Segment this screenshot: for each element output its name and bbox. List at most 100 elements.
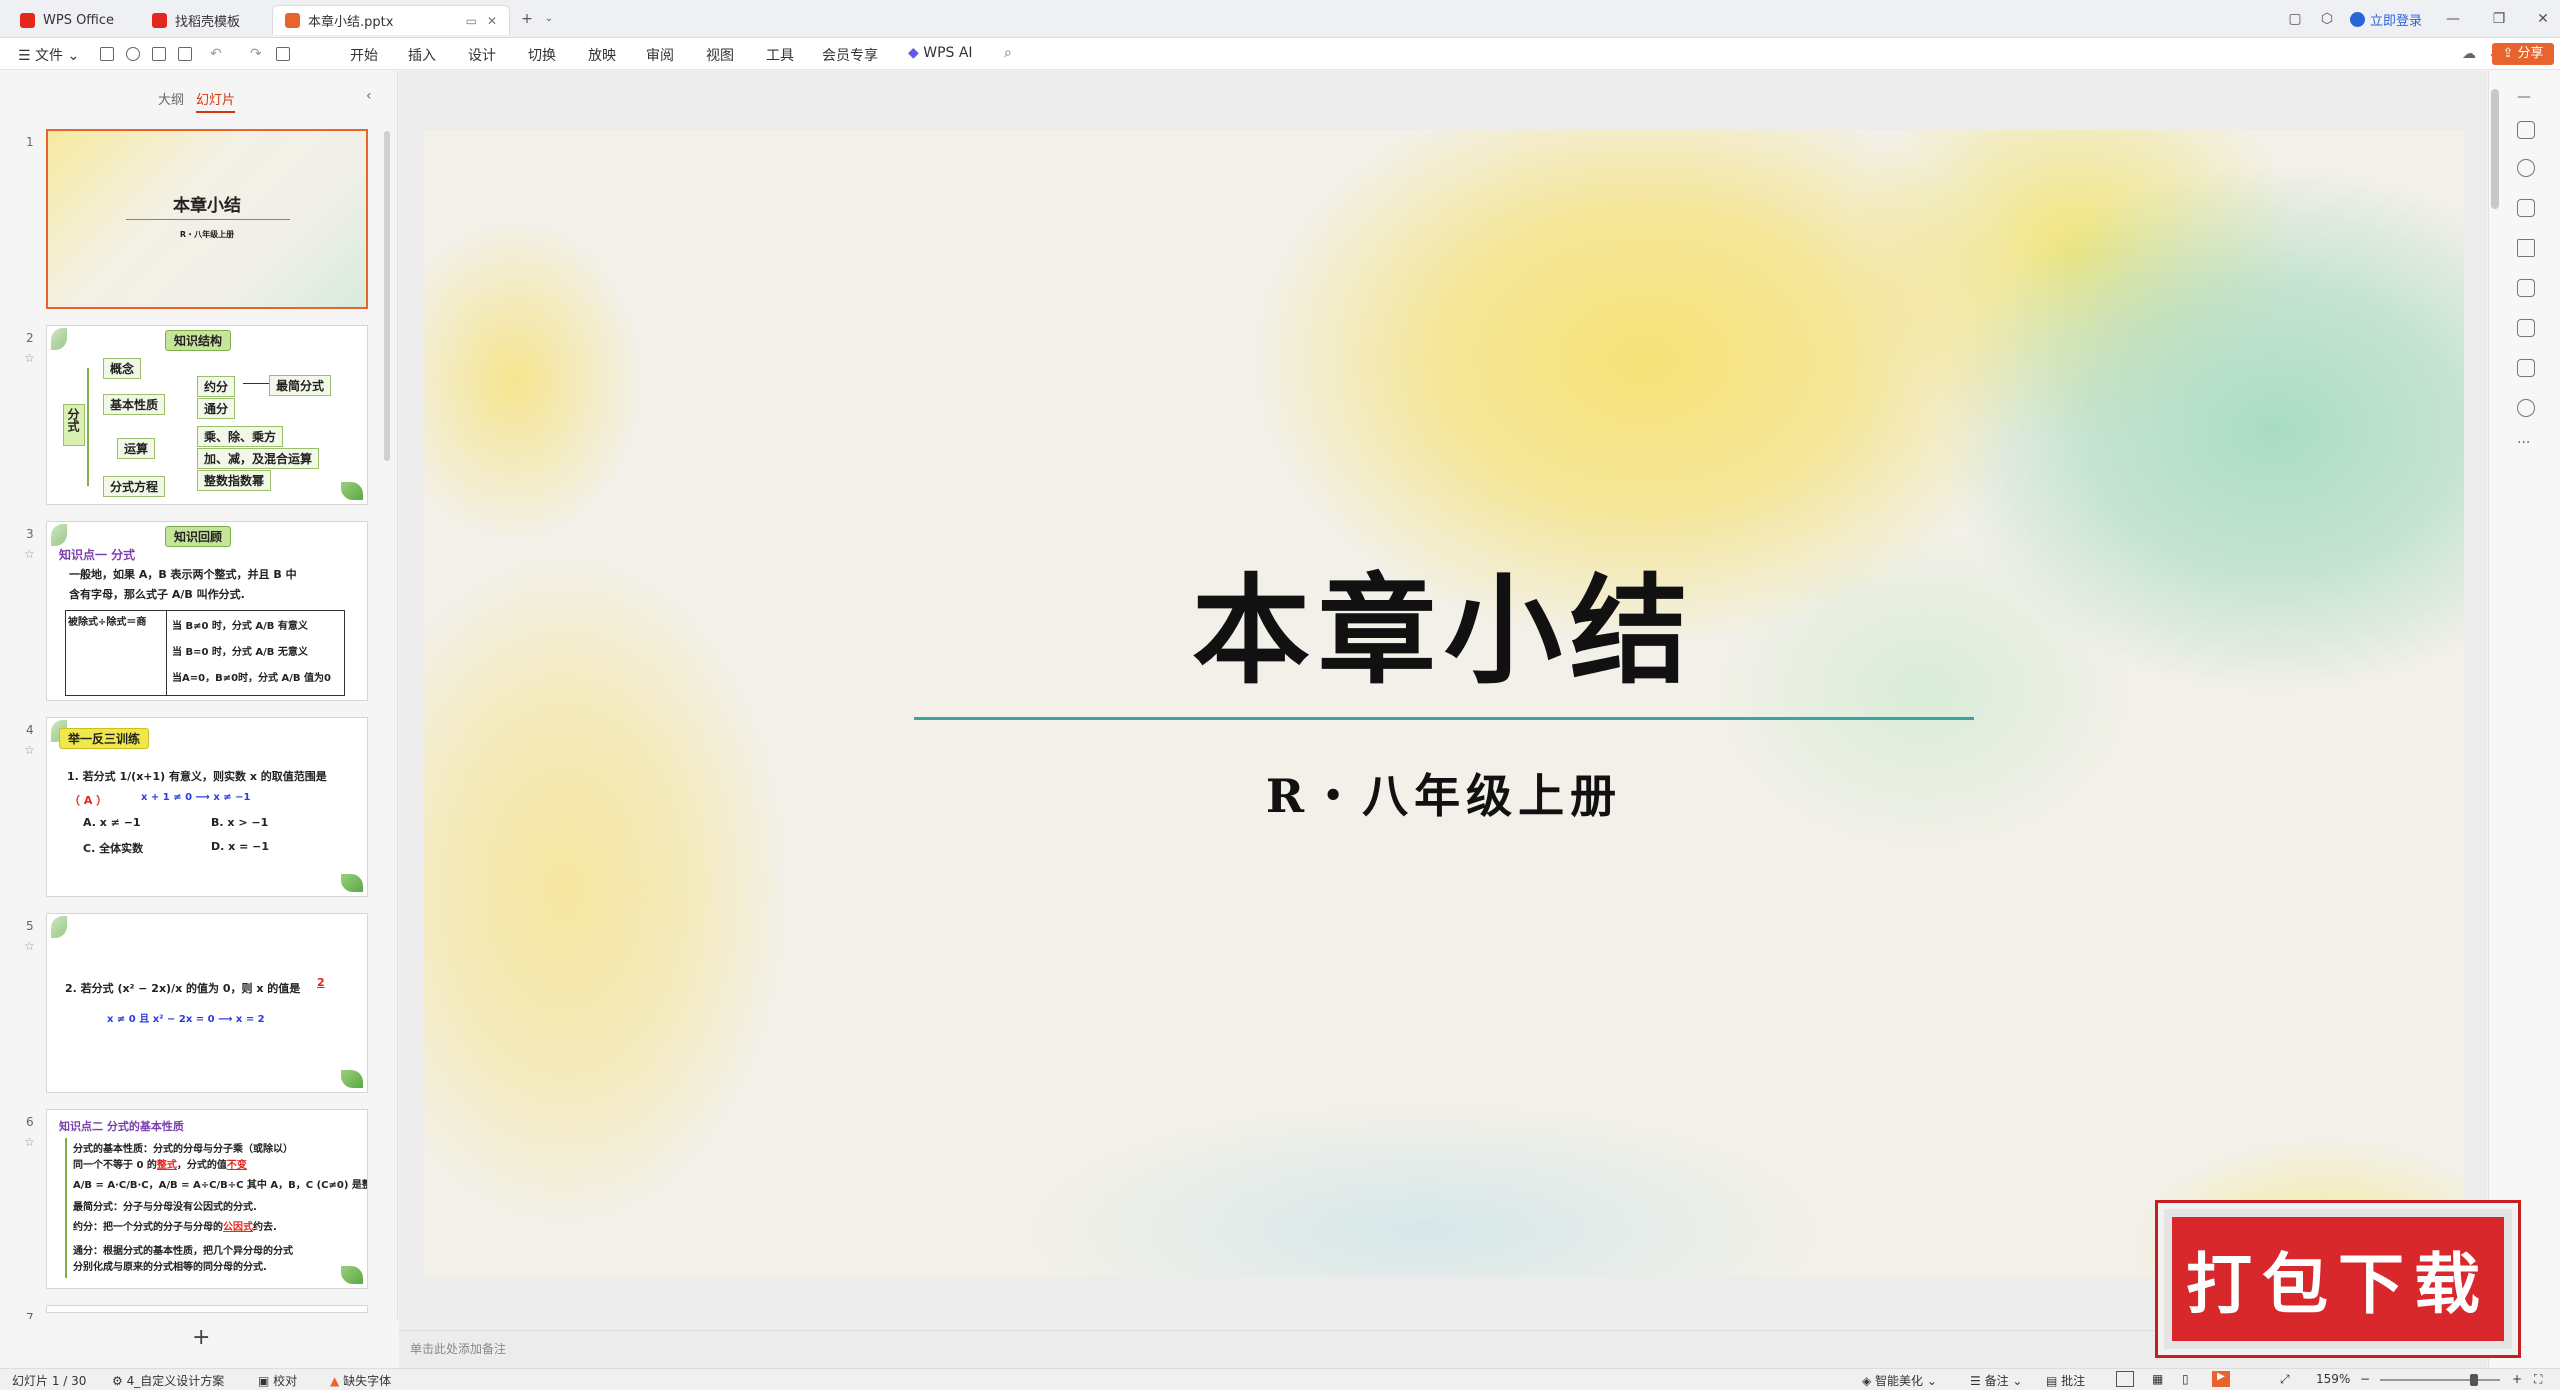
book-icon[interactable] [2517,359,2535,377]
thumb-text: 1. 若分式 1/(x+1) 有意义，则实数 x 的取值范围是 [67,770,327,783]
adjust-icon[interactable] [2517,121,2535,139]
menu-home[interactable]: 开始 [350,45,378,65]
leaf-decoration-icon [51,916,67,938]
slide-thumbnail-5[interactable]: 2. 若分式 (x² − 2x)/x 的值为 0，则 x 的值是 2 x ≠ 0… [46,913,368,1093]
slide-panel: 大纲 幻灯片 ‹ 1 本章小结 R・八年级上册 2 ☆ 知识结构 分式 概念 基… [0,71,398,1369]
proof-button[interactable]: ▣ 校对 [258,1372,297,1389]
slide-thumbnail-4[interactable]: 举一反三训练 1. 若分式 1/(x+1) 有意义，则实数 x 的取值范围是 （… [46,717,368,897]
theme-button[interactable]: ⚙ 4_自定义设计方案 [112,1372,224,1389]
pptx-icon [285,13,300,28]
tab-label: WPS Office [43,12,115,28]
star-icon[interactable]: ☆ [24,351,35,365]
notes-placeholder[interactable]: 单击此处添加备注 [410,1340,506,1357]
zoom-slider[interactable] [2380,1379,2500,1381]
menu-tools-label: 工具 [766,48,794,64]
copy-icon[interactable] [2517,199,2535,217]
reading-view-icon[interactable]: ▯ [2182,1372,2189,1386]
smart-beautify-button[interactable]: ◈ 智能美化 ⌄ [1862,1372,1937,1389]
close-icon[interactable]: ✕ [487,14,497,28]
missing-font-button[interactable]: ▲ 缺失字体 [330,1372,391,1389]
cube-icon[interactable]: ⬡ [2318,10,2336,28]
panel-scrollbar[interactable] [384,131,390,461]
chevron-down-icon[interactable]: ⌄ [540,10,558,28]
comments-button[interactable]: ▤ 批注 [2046,1372,2085,1389]
play-icon[interactable]: ▶ [2212,1371,2230,1387]
normal-view-icon[interactable] [2116,1371,2134,1387]
slide-thumbnail-2[interactable]: 知识结构 分式 概念 基本性质 运算 分式方程 约分 通分 最简分式 乘、除、乘… [46,325,368,505]
slide-number: 2 [26,331,34,345]
redo-icon[interactable]: ↷ [250,46,262,62]
export-icon[interactable] [126,47,140,61]
file-menu[interactable]: ☰ 文件 ⌄ [18,45,79,65]
shape-icon[interactable] [2517,279,2535,297]
menu-view[interactable]: 视图 [706,45,734,65]
menu-tools[interactable]: 工具 [766,45,794,65]
window-icon[interactable]: ▢ [2286,10,2304,28]
search-icon[interactable]: ⌕ [1004,45,1012,61]
restore-icon[interactable]: ❐ [2490,10,2508,28]
menu-insert[interactable]: 插入 [408,45,436,65]
save-icon[interactable] [100,47,114,61]
current-slide[interactable]: 本章小结 R・八年级上册 [424,130,2464,1277]
share-button[interactable]: ⇪ 分享 [2492,43,2554,65]
menu-design[interactable]: 设计 [468,45,496,65]
tools-icon[interactable] [2517,239,2535,257]
preview-icon[interactable] [178,47,192,61]
monitor-icon[interactable]: ▭ [466,14,477,28]
slide-title[interactable]: 本章小结 [424,535,2464,706]
tab-pptx[interactable]: 本章小结.pptx ▭ ✕ [272,5,510,35]
slide-thumbnail-7[interactable] [46,1305,368,1313]
smart-beautify-label: 智能美化 [1875,1374,1924,1388]
menu-member[interactable]: 会员专享 [822,45,878,65]
notes-button[interactable]: ☰ 备注 ⌄ [1970,1372,2022,1389]
notes-label: 备注 [1984,1374,2009,1388]
fullscreen-icon[interactable]: ⛶ [2534,1372,2542,1387]
slide-thumbnail-1[interactable]: 本章小结 R・八年级上册 [46,129,368,309]
zoom-in-icon[interactable]: + [2512,1372,2522,1386]
undo-icon[interactable]: ↶ [210,46,222,62]
add-slide-icon[interactable]: + [192,1325,210,1350]
close-window-icon[interactable]: ✕ [2534,10,2552,28]
more-icon[interactable]: ··· [2517,435,2530,451]
menu-review[interactable]: 审阅 [646,45,674,65]
slide-thumbnail-3[interactable]: 知识回顾 知识点一 分式 一般地，如果 A，B 表示两个整式，并且 B 中 含有… [46,521,368,701]
slide-subtitle[interactable]: R・八年级上册 [424,760,2464,826]
minus-icon[interactable]: — [2517,89,2531,105]
new-tab-icon[interactable]: + [518,10,536,28]
zoom-out-icon[interactable]: − [2360,1372,2370,1386]
thumb-heading: 举一反三训练 [59,728,150,749]
grid-view-icon[interactable]: ▦ [2152,1372,2163,1386]
wps-ai-button[interactable]: ◆ WPS AI [908,45,973,61]
fit-icon[interactable]: ⤢ [2280,1372,2290,1387]
slide-info: 幻灯片 1 / 30 [12,1374,87,1388]
star-icon[interactable]: ☆ [24,939,35,953]
star-icon[interactable]: ☆ [24,547,35,561]
download-badge[interactable]: 打包下载 [2155,1200,2521,1358]
editor-scrollbar[interactable] [2491,89,2499,209]
login-button[interactable]: 立即登录 [2350,10,2422,29]
format-painter-icon[interactable] [276,47,290,61]
menu-slideshow[interactable]: 放映 [588,45,616,65]
collapse-icon[interactable]: ‹ [366,88,372,104]
zoom-slider-handle[interactable] [2470,1374,2478,1386]
star-icon[interactable]: ☆ [24,743,35,757]
star-icon[interactable]: ☆ [24,1135,35,1149]
zoom-level[interactable]: 159% [2316,1372,2350,1386]
cloud-icon[interactable]: ☁ [2462,46,2476,62]
tab-wps-office[interactable]: WPS Office [8,5,138,35]
star-icon[interactable] [2517,159,2535,177]
print-icon[interactable] [152,47,166,61]
tree-node: 通分 [197,398,236,419]
tab-outline[interactable]: 大纲 [158,89,184,108]
tab-slides[interactable]: 幻灯片 [196,89,236,113]
menu-view-label: 视图 [706,48,734,64]
image-icon[interactable] [2517,319,2535,337]
help-icon[interactable] [2517,399,2535,417]
minimize-icon[interactable]: — [2444,10,2462,28]
status-bar: 幻灯片 1 / 30 ⚙ 4_自定义设计方案 ▣ 校对 ▲ 缺失字体 ◈ 智能美… [0,1368,2560,1390]
slide-thumbnail-6[interactable]: 知识点二 分式的基本性质 分式的基本性质：分式的分母与分子乘（或除以） 同一个不… [46,1109,368,1289]
thumb-option: B. x > −1 [211,816,269,829]
tab-docer[interactable]: 找稻壳模板 [140,5,270,35]
thumb-heading: 知识结构 [165,330,232,351]
menu-transition[interactable]: 切换 [528,45,556,65]
